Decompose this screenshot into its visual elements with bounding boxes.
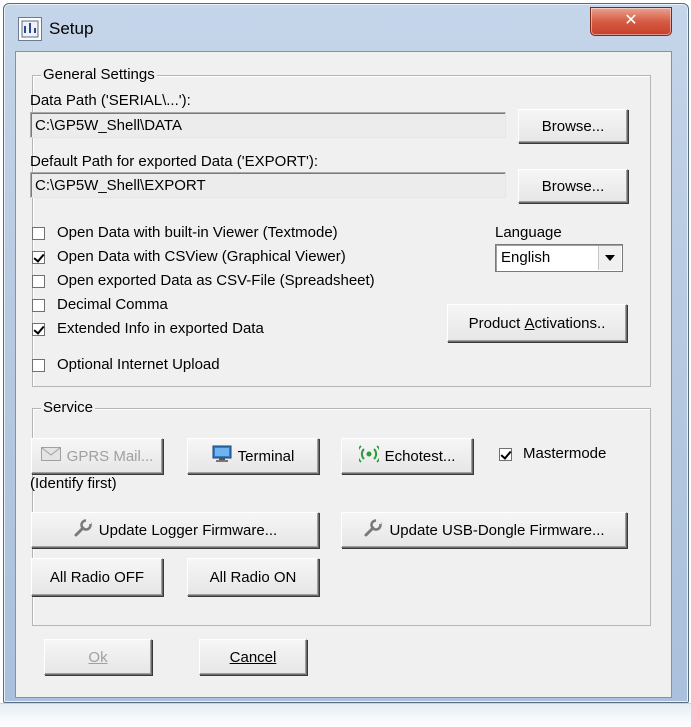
- echotest-button[interactable]: Echotest...: [341, 438, 473, 474]
- window-title: Setup: [49, 19, 94, 38]
- update-usb-dongle-firmware-button[interactable]: Update USB-Dongle Firmware...: [341, 512, 627, 548]
- option-checkbox-internet-upload[interactable]: [32, 359, 45, 372]
- data-path-label: Data Path ('SERIAL\...'):: [30, 92, 191, 109]
- browse-export-path-button[interactable]: Browse...: [518, 169, 628, 203]
- data-path-field[interactable]: C:\GP5W_Shell\DATA: [30, 112, 506, 138]
- service-group: Service GPRS Mail... (Identify first) Te…: [30, 399, 651, 626]
- option-checkbox-csview[interactable]: [32, 251, 45, 264]
- cancel-button[interactable]: Cancel: [199, 639, 307, 675]
- language-select-value: English: [501, 249, 551, 266]
- chevron-down-icon[interactable]: [598, 246, 621, 270]
- product-activations-label-b: A: [524, 314, 535, 332]
- setup-window: Setup ✕ General Settings Data Path ('SER…: [3, 3, 689, 703]
- option-checkbox-decimal-comma[interactable]: [32, 299, 45, 312]
- update-logger-firmware-button[interactable]: Update Logger Firmware...: [31, 512, 319, 548]
- option-label-decimal-comma: Decimal Comma: [57, 296, 168, 313]
- option-checkbox-extended-info[interactable]: [32, 323, 45, 336]
- product-activations-button[interactable]: Product Activations..: [447, 304, 627, 342]
- product-activations-label-c: ctivations..: [534, 314, 606, 332]
- close-icon: ✕: [624, 12, 638, 29]
- option-label-builtin-viewer: Open Data with built-in Viewer (Textmode…: [57, 224, 338, 241]
- mastermode-checkbox[interactable]: [499, 448, 512, 461]
- option-label-extended-info: Extended Info in exported Data: [57, 320, 264, 337]
- ok-label: Ok: [88, 648, 108, 666]
- language-label: Language: [495, 224, 562, 241]
- ok-button[interactable]: Ok: [44, 639, 152, 675]
- monitor-icon: [212, 445, 232, 467]
- all-radio-off-button[interactable]: All Radio OFF: [31, 558, 163, 596]
- title-bar[interactable]: Setup ✕: [4, 4, 688, 54]
- gprs-mail-button[interactable]: GPRS Mail...: [31, 438, 163, 474]
- option-checkbox-builtin-viewer[interactable]: [32, 227, 45, 240]
- all-radio-on-button[interactable]: All Radio ON: [187, 558, 319, 596]
- gprs-mail-label: GPRS Mail...: [66, 447, 154, 465]
- general-settings-group: General Settings Data Path ('SERIAL\...'…: [30, 66, 651, 387]
- service-legend: Service: [41, 399, 96, 417]
- option-label-internet-upload: Optional Internet Upload: [57, 356, 220, 373]
- close-button[interactable]: ✕: [590, 7, 672, 36]
- wrench-icon: [73, 518, 93, 542]
- cancel-label: Cancel: [229, 648, 277, 666]
- terminal-button[interactable]: Terminal: [187, 438, 319, 474]
- export-path-field[interactable]: C:\GP5W_Shell\EXPORT: [30, 172, 506, 198]
- browse-data-path-button[interactable]: Browse...: [518, 109, 628, 143]
- language-select[interactable]: English: [495, 244, 623, 272]
- option-label-csview: Open Data with CSView (Graphical Viewer): [57, 248, 346, 265]
- product-activations-label-a: Product: [468, 314, 525, 332]
- option-checkbox-csv-export[interactable]: [32, 275, 45, 288]
- mastermode-label: Mastermode: [523, 445, 607, 462]
- app-icon: [18, 17, 42, 41]
- export-path-label: Default Path for exported Data ('EXPORT'…: [30, 153, 319, 170]
- dialog-client: General Settings Data Path ('SERIAL\...'…: [15, 51, 672, 698]
- wrench-icon: [363, 518, 383, 542]
- general-settings-legend: General Settings: [41, 66, 157, 84]
- option-label-csv-export: Open exported Data as CSV-File (Spreadsh…: [57, 272, 375, 289]
- mail-icon: [40, 447, 61, 465]
- identify-note: (Identify first): [30, 475, 117, 492]
- update-usb-dongle-firmware-label: Update USB-Dongle Firmware...: [389, 521, 605, 539]
- terminal-label: Terminal: [237, 447, 295, 465]
- bottom-strip: [0, 703, 691, 727]
- update-logger-firmware-label: Update Logger Firmware...: [98, 521, 278, 539]
- echotest-label: Echotest...: [384, 447, 456, 465]
- signal-icon: [356, 444, 381, 468]
